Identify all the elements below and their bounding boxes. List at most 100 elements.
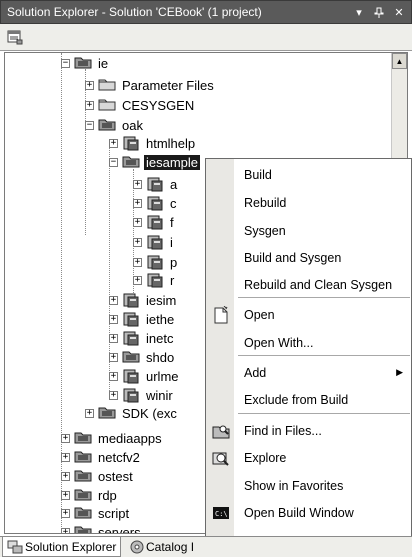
menu-item-add[interactable]: Add ▶	[206, 359, 411, 386]
expand-toggle-icon[interactable]: +	[109, 390, 118, 400]
menu-item-sysgen[interactable]: Sysgen	[206, 217, 411, 244]
expand-toggle-icon[interactable]: +	[109, 138, 118, 148]
menu-item-rebuild[interactable]: Rebuild	[206, 189, 411, 216]
expand-toggle-icon[interactable]: +	[61, 527, 70, 533]
expand-toggle-icon[interactable]: +	[133, 275, 142, 285]
expand-toggle-icon[interactable]: +	[133, 237, 142, 247]
menu-item-label: Build and Sysgen	[244, 250, 342, 265]
tree-node[interactable]: + mediaapps	[61, 429, 164, 447]
tree-node[interactable]: + p	[133, 253, 179, 271]
tree-node[interactable]: + SDK (exc	[85, 404, 179, 422]
expand-toggle-icon[interactable]: +	[61, 471, 70, 481]
expand-toggle-icon[interactable]: +	[109, 371, 118, 381]
tree-node[interactable]: − oak	[85, 116, 145, 134]
expand-toggle-icon[interactable]: +	[109, 352, 118, 362]
tree-node[interactable]: + htmlhelp	[109, 134, 197, 152]
window-menu-button[interactable]: ▾	[351, 4, 367, 20]
close-button[interactable]: ✕	[391, 4, 407, 20]
menu-item-open[interactable]: Open	[206, 301, 411, 328]
open-document-icon	[212, 305, 230, 324]
tree-node[interactable]: + script	[61, 504, 131, 522]
project-icon	[122, 135, 140, 151]
expand-toggle-icon[interactable]: +	[109, 333, 118, 343]
expand-toggle-icon[interactable]: +	[61, 433, 70, 443]
menu-item-explore[interactable]: Explore	[206, 444, 411, 471]
menu-item-open-build-window[interactable]: C:\ Open Build Window	[206, 499, 411, 526]
tree-node[interactable]: + c	[133, 194, 179, 212]
properties-toolbar-button[interactable]	[6, 28, 24, 46]
menu-item-show-in-favorites[interactable]: Show in Favorites	[206, 472, 411, 499]
tree-node[interactable]: + winir	[109, 386, 175, 404]
tree-node-label: CESYSGEN	[122, 97, 195, 113]
menu-item-build-and-sysgen[interactable]: Build and Sysgen	[206, 244, 411, 271]
tree-node-label: urlme	[146, 368, 179, 384]
tree-node[interactable]: + iethe	[109, 310, 176, 328]
expand-toggle-icon[interactable]: +	[133, 217, 142, 227]
folder-special-icon	[74, 487, 92, 503]
menu-item-find-in-files[interactable]: Find in Files...	[206, 417, 411, 444]
tree-node[interactable]: + inetc	[109, 329, 175, 347]
menu-item-open-with[interactable]: Open With...	[206, 329, 411, 356]
expand-toggle-icon[interactable]: +	[85, 100, 94, 110]
menu-item-label: Exclude from Build	[244, 392, 349, 407]
menu-separator	[238, 413, 410, 414]
tree-node[interactable]: + iesim	[109, 291, 178, 309]
menu-item-build[interactable]: Build	[206, 161, 411, 188]
menu-item-rebuild-and-clean-sysgen[interactable]: Rebuild and Clean Sysgen	[206, 271, 411, 298]
tree-node[interactable]: + netcfv2	[61, 448, 142, 466]
scroll-up-arrow[interactable]: ▲	[392, 53, 407, 69]
title-bar: Solution Explorer - Solution 'CEBook' (1…	[0, 0, 412, 24]
project-icon	[122, 330, 140, 346]
folder-icon	[98, 97, 116, 113]
expand-toggle-icon[interactable]: +	[85, 408, 94, 418]
folder-icon	[98, 77, 116, 93]
tree-node-label: shdo	[146, 349, 175, 365]
tab-catalog[interactable]: Catalog I	[126, 537, 198, 557]
tree-node-label: r	[170, 272, 175, 288]
pin-button[interactable]	[371, 4, 387, 20]
expand-toggle-icon[interactable]: +	[109, 314, 118, 324]
command-window-icon: C:\	[212, 504, 230, 522]
expand-toggle-icon[interactable]: +	[133, 257, 142, 267]
tree-node[interactable]: + i	[133, 233, 175, 251]
tree-node-label: iesample	[144, 154, 201, 170]
tree-node[interactable]: + a	[133, 175, 179, 193]
expand-toggle-icon[interactable]: +	[133, 179, 142, 189]
folder-special-icon	[74, 430, 92, 446]
menu-item-label: Rebuild and Clean Sysgen	[244, 277, 393, 292]
expand-toggle-icon[interactable]: +	[85, 80, 94, 90]
project-icon	[122, 292, 140, 308]
properties-icon	[7, 30, 23, 45]
tab-label: Solution Explorer	[25, 539, 117, 554]
expand-toggle-icon[interactable]: +	[61, 452, 70, 462]
tree-node[interactable]: + ostest	[61, 467, 135, 485]
project-icon	[146, 234, 164, 250]
expand-toggle-icon[interactable]: +	[61, 490, 70, 500]
tree-node[interactable]: + r	[133, 271, 176, 289]
menu-item-exclude-from-build[interactable]: Exclude from Build	[206, 386, 411, 413]
expand-toggle-icon[interactable]: +	[61, 508, 70, 518]
tree-node[interactable]: + f	[133, 213, 176, 231]
tree-node-label: oak	[122, 117, 143, 133]
expand-toggle-icon[interactable]: +	[133, 198, 142, 208]
find-in-files-icon	[212, 422, 230, 440]
menu-separator	[238, 297, 410, 298]
tree-node[interactable]: − iesample	[109, 153, 201, 171]
menu-item-label: Sysgen	[244, 223, 286, 238]
tree-node[interactable]: + CESYSGEN	[85, 96, 196, 114]
expand-toggle-icon[interactable]: +	[109, 295, 118, 305]
folder-special-icon	[74, 468, 92, 484]
collapse-toggle-icon[interactable]: −	[109, 157, 118, 167]
tree-node[interactable]: + servers	[61, 523, 143, 533]
collapse-toggle-icon[interactable]: −	[61, 58, 70, 68]
tree-node[interactable]: + Parameter Files	[85, 76, 216, 94]
tree-node[interactable]: − ie	[61, 54, 110, 72]
tree-node[interactable]: + urlme	[109, 367, 181, 385]
tree-node[interactable]: + rdp	[61, 486, 119, 504]
collapse-toggle-icon[interactable]: −	[85, 120, 94, 130]
tree-node[interactable]: + shdo	[109, 348, 176, 366]
explore-icon	[212, 449, 230, 467]
tab-solution-explorer[interactable]: Solution Explorer	[2, 537, 122, 557]
menu-item-label: Show in Favorites	[244, 478, 344, 493]
tree-node-label: a	[170, 176, 178, 192]
